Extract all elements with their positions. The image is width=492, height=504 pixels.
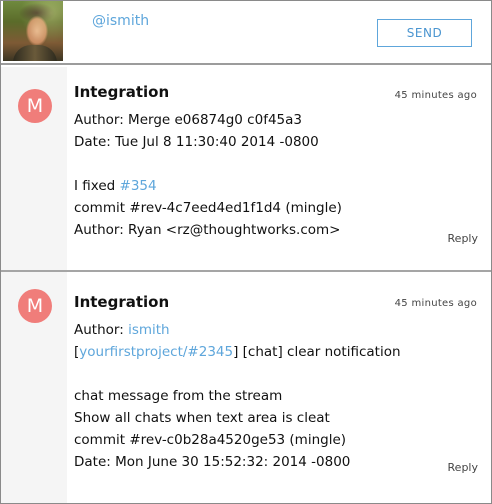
line-text: ] [chat] clear notification (233, 344, 401, 360)
integration-avatar-badge: M (18, 89, 52, 123)
message-line: chat message from the stream (74, 388, 283, 404)
reply-link[interactable]: Reply (448, 232, 478, 245)
message-line: commit #rev-4c7eed4ed1f1d4 (mingle) (74, 200, 342, 216)
message-body: Author: ismith [yourfirstproject/#2345] … (74, 319, 454, 473)
message-line: Author: ismith (74, 319, 454, 341)
avatar-highlight (3, 1, 63, 61)
user-avatar (3, 1, 63, 61)
chat-window: @ismith SEND M Integration 45 minutes ag… (0, 0, 492, 504)
line-text: Author: (74, 322, 129, 338)
message-item: M Integration 45 minutes ago Author: ism… (1, 272, 491, 503)
message-sender: Integration (74, 83, 170, 101)
message-timestamp: 45 minutes ago (394, 90, 477, 101)
message-line: Author: Ryan <rz@thoughtworks.com> (74, 222, 341, 238)
message-timestamp: 45 minutes ago (394, 298, 477, 309)
message-line: [yourfirstproject/#2345] [chat] clear no… (74, 341, 454, 363)
message-line: Author: Merge e06874g0 c0f45a3 (74, 112, 302, 128)
message-line: Date: Mon June 30 15:52:32: 2014 -0800 (74, 454, 351, 470)
send-button[interactable]: SEND (377, 19, 472, 47)
message-line: Show all chats when text area is cleat (74, 410, 330, 426)
message-body: Author: Merge e06874g0 c0f45a3 Date: Tue… (74, 109, 454, 241)
issue-link[interactable]: #354 (120, 178, 157, 194)
line-text: I fixed (74, 178, 120, 194)
compose-input[interactable]: @ismith (92, 13, 149, 29)
project-link[interactable]: yourfirstproject/#2345 (79, 344, 233, 360)
message-line: commit #rev-c0b28a4520ge53 (mingle) (74, 432, 347, 448)
mention-text: @ismith (92, 13, 150, 29)
compose-bar: @ismith SEND (1, 1, 491, 65)
message-item: M Integration 45 minutes ago Author: Mer… (1, 67, 491, 270)
message-line: I fixed #354 (74, 175, 454, 197)
reply-link[interactable]: Reply (448, 461, 478, 474)
message-sender: Integration (74, 293, 170, 311)
message-line: Date: Tue Jul 8 11:30:40 2014 -0800 (74, 134, 319, 150)
integration-avatar-badge: M (18, 289, 52, 323)
user-link[interactable]: ismith (128, 322, 170, 338)
